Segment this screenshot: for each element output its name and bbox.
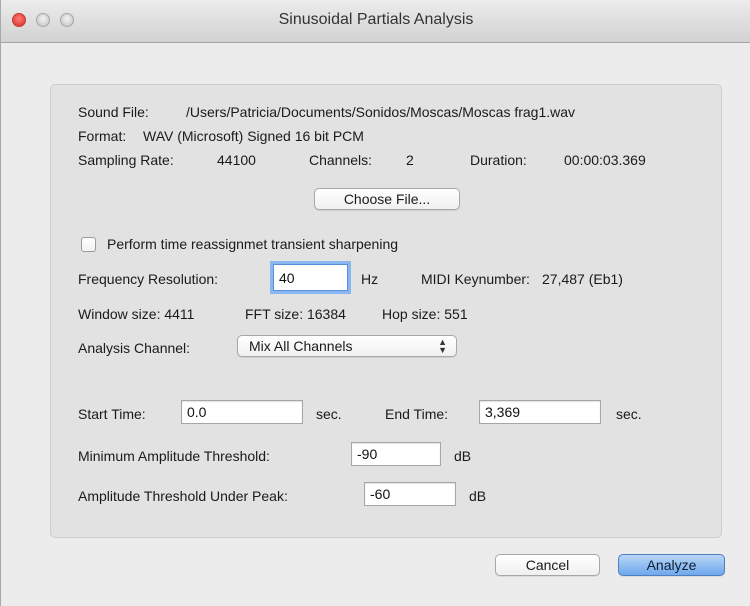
under-peak-label: Amplitude Threshold Under Peak: xyxy=(78,488,288,504)
start-time-input[interactable] xyxy=(181,400,303,424)
min-amplitude-input[interactable] xyxy=(351,442,441,466)
frequency-resolution-unit: Hz xyxy=(361,271,379,287)
end-time-input[interactable] xyxy=(479,400,601,424)
analysis-settings-panel: Sound File: /Users/Patricia/Documents/So… xyxy=(50,84,722,538)
analyze-button[interactable]: Analyze xyxy=(618,554,725,576)
channels-label: Channels: xyxy=(309,152,373,168)
midi-keynumber-label: MIDI Keynumber: xyxy=(421,271,530,287)
midi-keynumber-value: 27,487 (Eb1) xyxy=(542,271,623,287)
fft-size-info: FFT size: 16384 xyxy=(245,306,346,322)
frequency-resolution-input[interactable] xyxy=(273,264,348,291)
duration-value: 00:00:03.369 xyxy=(564,152,646,168)
dialog-window: Sinusoidal Partials Analysis Sound File:… xyxy=(0,0,750,606)
under-peak-unit: dB xyxy=(469,488,487,504)
sharpening-checkbox[interactable] xyxy=(81,237,96,252)
analysis-channel-select[interactable]: Mix All Channels ▲ ▼ xyxy=(237,335,457,357)
cancel-button[interactable]: Cancel xyxy=(495,554,600,576)
sound-file-label: Sound File: xyxy=(78,104,149,120)
window-size-info: Window size: 4411 xyxy=(78,306,195,322)
sound-file-path: /Users/Patricia/Documents/Sonidos/Moscas… xyxy=(186,104,576,120)
min-amplitude-unit: dB xyxy=(454,448,472,464)
select-arrows-icon: ▲ ▼ xyxy=(438,337,447,355)
title-bar[interactable]: Sinusoidal Partials Analysis xyxy=(1,0,750,43)
min-amplitude-label: Minimum Amplitude Threshold: xyxy=(78,448,270,464)
analysis-channel-label: Analysis Channel: xyxy=(78,340,191,356)
sampling-rate-label: Sampling Rate: xyxy=(78,152,174,168)
sharpening-label: Perform time reassignmet transient sharp… xyxy=(107,236,399,252)
start-time-unit: sec. xyxy=(316,406,342,422)
format-value: WAV (Microsoft) Signed 16 bit PCM xyxy=(143,128,364,144)
start-time-label: Start Time: xyxy=(78,406,146,422)
window-title: Sinusoidal Partials Analysis xyxy=(278,11,474,28)
choose-file-button[interactable]: Choose File... xyxy=(314,188,460,210)
hop-size-info: Hop size: 551 xyxy=(382,306,468,322)
end-time-label: End Time: xyxy=(385,406,449,422)
sampling-rate-value: 44100 xyxy=(217,152,256,168)
format-label: Format: xyxy=(78,128,127,144)
frequency-resolution-label: Frequency Resolution: xyxy=(78,271,219,287)
duration-label: Duration: xyxy=(470,152,527,168)
under-peak-input[interactable] xyxy=(364,482,456,506)
analysis-channel-value: Mix All Channels xyxy=(249,338,353,354)
end-time-unit: sec. xyxy=(616,406,642,422)
channels-value: 2 xyxy=(406,152,414,168)
